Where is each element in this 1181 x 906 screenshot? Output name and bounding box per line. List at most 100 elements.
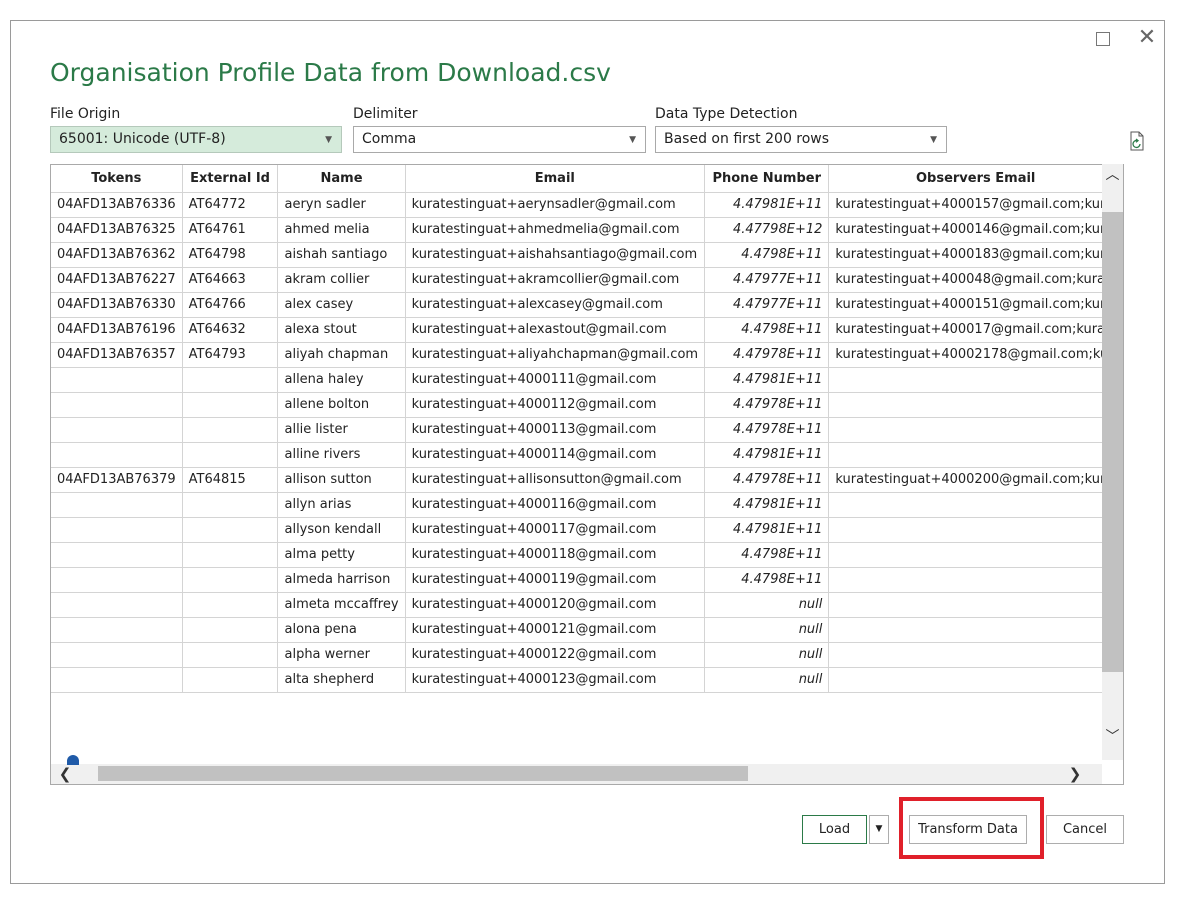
preview-table: Tokens External Id Name Email Phone Number Ob… bbox=[51, 165, 1123, 693]
table-cell: 4.4798E+11 bbox=[704, 316, 830, 343]
column-header[interactable]: Name bbox=[277, 165, 406, 193]
table-cell: AT64761 bbox=[181, 216, 279, 243]
table-cell: 04AFD13AB76325 bbox=[51, 216, 183, 243]
table-cell: allyn arias bbox=[277, 491, 406, 518]
table-cell bbox=[181, 541, 279, 568]
table-cell: kuratestinguat+4000121@gmail.com bbox=[404, 616, 706, 643]
vertical-scrollbar[interactable]: ︿ ﹀ bbox=[1102, 164, 1123, 760]
help-icon bbox=[67, 755, 79, 765]
detection-value: Based on first 200 rows bbox=[664, 131, 830, 147]
table-cell: kuratestinguat+akramcollier@gmail.com bbox=[404, 266, 706, 293]
table-cell: 4.47981E+11 bbox=[704, 441, 830, 468]
table-cell: 04AFD13AB76227 bbox=[51, 266, 183, 293]
horizontal-scrollbar[interactable]: ❮ ❯ bbox=[51, 764, 1102, 784]
scroll-down-icon[interactable]: ﹀ bbox=[1102, 726, 1123, 746]
table-cell: ahmed melia bbox=[277, 216, 406, 243]
table-cell: 4.47981E+11 bbox=[704, 366, 830, 393]
load-button[interactable]: Load bbox=[802, 815, 867, 844]
table-cell: akram collier bbox=[277, 266, 406, 293]
table-cell bbox=[181, 566, 279, 593]
scroll-left-icon[interactable]: ❮ bbox=[55, 764, 75, 784]
table-cell: kuratestinguat+alexcasey@gmail.com bbox=[404, 291, 706, 318]
table-cell: kuratestinguat+400017@gmail.com;kurat bbox=[828, 316, 1123, 343]
scroll-up-icon[interactable]: ︿ bbox=[1102, 164, 1123, 184]
table-cell bbox=[181, 516, 279, 543]
table-cell bbox=[51, 541, 183, 568]
table-cell: kuratestinguat+40002178@gmail.com;ku bbox=[828, 341, 1123, 368]
vertical-scroll-thumb[interactable] bbox=[1102, 212, 1123, 672]
table-cell: kuratestinguat+aishahsantiago@gmail.com bbox=[404, 241, 706, 268]
table-cell bbox=[828, 491, 1123, 518]
table-cell: 04AFD13AB76330 bbox=[51, 291, 183, 318]
column-header[interactable]: Phone Number bbox=[704, 165, 830, 193]
table-cell: alexa stout bbox=[277, 316, 406, 343]
table-cell bbox=[51, 641, 183, 668]
table-cell: null bbox=[704, 641, 830, 668]
table-row: alma petty kuratestinguat+4000118@gmail.c… bbox=[51, 541, 1123, 568]
file-origin-value: 65001: Unicode (UTF-8) bbox=[59, 131, 226, 147]
table-cell: kuratestinguat+aliyahchapman@gmail.com bbox=[404, 341, 706, 368]
scroll-right-icon[interactable]: ❯ bbox=[1065, 764, 1085, 784]
table-cell: kuratestinguat+4000120@gmail.com bbox=[404, 591, 706, 618]
table-row: 04AFD13AB76336 AT64772 aeryn sadler kurates… bbox=[51, 191, 1123, 218]
close-icon[interactable]: ✕ bbox=[1137, 27, 1157, 49]
table-row: almeta mccaffrey kuratestinguat+4000120@g… bbox=[51, 591, 1123, 618]
table-cell bbox=[828, 366, 1123, 393]
table-cell: kuratestinguat+4000123@gmail.com bbox=[404, 666, 706, 693]
chevron-down-icon: ▼ bbox=[875, 824, 883, 834]
table-row: alona pena kuratestinguat+4000121@gmail.c… bbox=[51, 616, 1123, 643]
table-cell: AT64798 bbox=[181, 241, 279, 268]
table-cell: kuratestinguat+4000146@gmail.com;kura bbox=[828, 216, 1123, 243]
table-cell: kuratestinguat+400048@gmail.com;kurat bbox=[828, 266, 1123, 293]
table-cell: 4.47798E+12 bbox=[704, 216, 830, 243]
table-cell bbox=[828, 541, 1123, 568]
table-cell: 04AFD13AB76379 bbox=[51, 466, 183, 493]
table-cell: 04AFD13AB76196 bbox=[51, 316, 183, 343]
column-header[interactable]: External Id bbox=[181, 165, 279, 193]
table-row: allie lister kuratestinguat+4000113@gmail… bbox=[51, 416, 1123, 443]
delimiter-select[interactable]: Comma ▼ bbox=[353, 126, 646, 153]
data-type-detection-select[interactable]: Based on first 200 rows ▼ bbox=[655, 126, 947, 153]
table-cell bbox=[828, 441, 1123, 468]
horizontal-scroll-thumb[interactable] bbox=[98, 766, 748, 781]
column-header[interactable]: Email bbox=[404, 165, 706, 193]
table-cell bbox=[181, 416, 279, 443]
data-preview-grid[interactable]: Tokens External Id Name Email Phone Number Ob… bbox=[50, 164, 1124, 785]
table-row: 04AFD13AB76362 AT64798 aishah santiago kura… bbox=[51, 241, 1123, 268]
table-cell: kuratestinguat+aerynsadler@gmail.com bbox=[404, 191, 706, 218]
column-header[interactable]: Observers Email bbox=[828, 165, 1123, 193]
table-cell bbox=[181, 616, 279, 643]
table-cell: 4.47978E+11 bbox=[704, 391, 830, 418]
table-cell: kuratestinguat+4000157@gmail.com;kura bbox=[828, 191, 1123, 218]
table-cell: aeryn sadler bbox=[277, 191, 406, 218]
delimiter-label: Delimiter bbox=[353, 106, 418, 122]
table-cell: alline rivers bbox=[277, 441, 406, 468]
table-cell: 4.47978E+11 bbox=[704, 341, 830, 368]
table-cell: 4.47978E+11 bbox=[704, 416, 830, 443]
table-cell bbox=[181, 366, 279, 393]
table-cell: kuratestinguat+4000183@gmail.com;kura bbox=[828, 241, 1123, 268]
table-cell bbox=[51, 416, 183, 443]
table-cell: 4.47977E+11 bbox=[704, 266, 830, 293]
load-dropdown-button[interactable]: ▼ bbox=[869, 815, 889, 844]
table-cell: kuratestinguat+ahmedmelia@gmail.com bbox=[404, 216, 706, 243]
table-cell: alma petty bbox=[277, 541, 406, 568]
table-row: allyson kendall kuratestinguat+4000117@gm… bbox=[51, 516, 1123, 543]
refresh-icon[interactable] bbox=[1129, 131, 1145, 151]
table-row: alline rivers kuratestinguat+4000114@gmai… bbox=[51, 441, 1123, 468]
cancel-button[interactable]: Cancel bbox=[1046, 815, 1124, 844]
table-cell: null bbox=[704, 666, 830, 693]
table-cell: 4.47978E+11 bbox=[704, 466, 830, 493]
file-origin-select[interactable]: 65001: Unicode (UTF-8) ▼ bbox=[50, 126, 342, 153]
table-cell: kuratestinguat+4000118@gmail.com bbox=[404, 541, 706, 568]
table-cell: 4.4798E+11 bbox=[704, 566, 830, 593]
table-cell: AT64766 bbox=[181, 291, 279, 318]
table-cell bbox=[181, 666, 279, 693]
table-row: 04AFD13AB76330 AT64766 alex casey kuratesti… bbox=[51, 291, 1123, 318]
table-row: 04AFD13AB76325 AT64761 ahmed melia kuratest… bbox=[51, 216, 1123, 243]
maximize-icon[interactable] bbox=[1093, 29, 1113, 49]
table-cell: kuratestinguat+4000111@gmail.com bbox=[404, 366, 706, 393]
column-header[interactable]: Tokens bbox=[51, 165, 183, 193]
table-row: allena haley kuratestinguat+4000111@gmail… bbox=[51, 366, 1123, 393]
table-cell: aliyah chapman bbox=[277, 341, 406, 368]
